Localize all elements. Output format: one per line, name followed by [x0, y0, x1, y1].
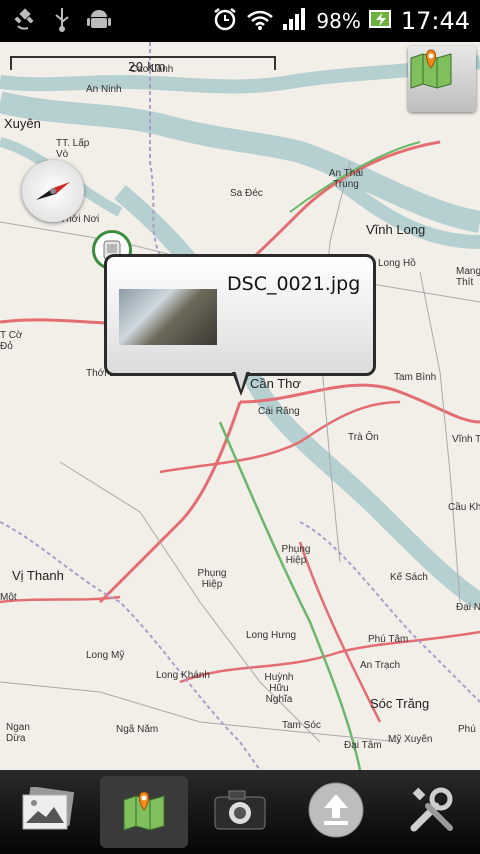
photo-popup[interactable]: DSC_0021.jpg [104, 254, 376, 376]
place-label: Sa Đéc [230, 188, 263, 199]
android-debug-icon [86, 6, 112, 36]
place-label: Phụng Hiệp [197, 568, 227, 590]
place-label: An Ninh [86, 84, 122, 95]
battery-percent: 98% [316, 9, 361, 33]
place-label: Vĩnh Long [366, 222, 426, 237]
place-label: Huỳnh Hữu Nghĩa [264, 672, 294, 705]
wifi-icon [246, 7, 274, 35]
place-label: Cái Răng [258, 406, 300, 417]
place-label: Vĩnh Th [452, 434, 480, 445]
place-label: An Thái Trung [328, 168, 364, 190]
photo-title: DSC_0021.jpg [227, 273, 361, 295]
map-button[interactable] [100, 776, 188, 848]
clock: 17:44 [400, 7, 470, 35]
place-label: Ngan Dừa [6, 722, 30, 744]
place-label: Mỹ Xuyên [388, 734, 433, 745]
camera-button[interactable] [196, 776, 284, 848]
place-label: Long Hưng [246, 630, 297, 641]
place-label: Phú [458, 724, 476, 735]
place-label: Một [0, 592, 17, 603]
map-view[interactable]: 20 km Cao Lãnh An Ninh Xuyên TT. Lấp Vò … [0, 42, 480, 770]
place-label: Long Mỹ [86, 650, 125, 661]
upload-button[interactable] [292, 776, 380, 848]
usb-icon [52, 6, 72, 36]
photo-thumbnail[interactable] [119, 289, 217, 345]
place-label: T Cờ Đỏ [0, 330, 23, 352]
bottom-toolbar [0, 770, 480, 854]
tools-icon [406, 784, 458, 840]
settings-button[interactable] [388, 776, 476, 848]
place-label: Long Hồ [378, 258, 416, 269]
place-label: An Trạch [360, 660, 401, 671]
map-mode-button[interactable] [408, 46, 476, 112]
battery-charging-icon [368, 8, 393, 34]
place-label: Phú Tâm [368, 634, 409, 645]
place-label: Mang Thít [456, 266, 480, 288]
place-label: Kế Sách [390, 572, 428, 583]
place-label: Cao Lãnh [130, 64, 174, 75]
place-label: Đại Tâm [344, 740, 382, 751]
photos-icon [20, 786, 76, 837]
place-label: Ngã Năm [116, 724, 159, 735]
place-label: Phụng Hiệp [281, 544, 311, 566]
place-label: Long Khánh [156, 670, 210, 681]
status-bar: 98% 17:44 [0, 0, 480, 42]
place-label: Cầu Khi [448, 502, 480, 513]
upload-icon [308, 782, 364, 842]
place-label: Trà Ôn [348, 432, 379, 443]
place-label: Tam Sóc [282, 720, 321, 731]
place-label: Sóc Trăng [370, 696, 430, 711]
alarm-icon [212, 6, 238, 36]
camera-icon [213, 787, 267, 837]
compass-icon[interactable] [22, 160, 84, 222]
gps-icon [12, 6, 38, 36]
gallery-button[interactable] [4, 776, 92, 848]
signal-icon [282, 7, 308, 35]
place-label: Vị Thanh [12, 568, 64, 583]
map-icon [121, 788, 167, 836]
popup-pointer-inner [235, 370, 247, 390]
place-label: TT. Lấp Vò [56, 138, 90, 160]
place-label: Cần Thơ [250, 376, 301, 391]
place-label: Tam Bình [394, 372, 437, 383]
place-label: Xuyên [4, 116, 41, 131]
place-label: Đại Ng [456, 602, 480, 613]
